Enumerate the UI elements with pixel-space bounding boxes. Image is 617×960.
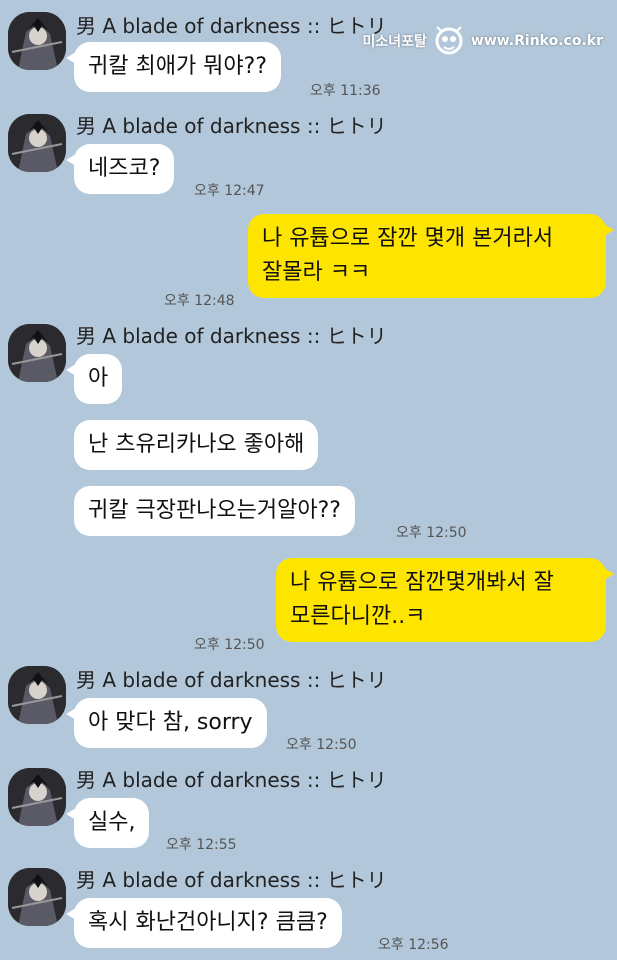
message-bubble[interactable]: 네즈코? — [65, 144, 175, 194]
message-text-line: 모른다니깐..ㅋ — [290, 604, 426, 629]
avatar[interactable] — [8, 12, 66, 70]
mascot-logo-icon — [435, 26, 463, 55]
message-text: 네즈코? — [88, 156, 161, 181]
message-text: 귀칼 최애가 뭐야?? — [88, 54, 268, 79]
my-message-bubble[interactable]: 나 유튭으로 잠깐몇개봐서 잘 모른다니깐..ㅋ — [276, 558, 614, 642]
avatar[interactable] — [8, 324, 66, 382]
sender-name: 男 A blade of darkness :: ヒトリ — [76, 14, 387, 38]
message-time: 오후 12:48 — [164, 293, 235, 309]
sender-name: 男 A blade of darkness :: ヒトリ — [76, 668, 387, 692]
message-bubble[interactable]: 아 맞다 참, sorry — [66, 698, 267, 748]
message-text-line: 잘몰라 ㅋㅋ — [262, 260, 371, 285]
avatar[interactable] — [8, 666, 66, 724]
message-text: 난 츠유리카나오 좋아해 — [88, 432, 305, 457]
avatar[interactable] — [8, 114, 66, 172]
message-text: 실수, — [88, 810, 136, 835]
watermark: 미소녀포탈 www.Rinko.co.kr — [363, 26, 603, 56]
message-time: 오후 11:36 — [310, 83, 381, 99]
message-text-line: 나 유튭으로 잠깐몇개봐서 잘 — [290, 570, 554, 595]
message-time: 오후 12:55 — [166, 837, 237, 853]
message-time: 오후 12:50 — [396, 525, 467, 541]
watermark-url: www.Rinko.co.kr — [470, 33, 603, 49]
message-time: 오후 12:56 — [378, 937, 449, 953]
message-bubble[interactable]: 난 츠유리카나오 좋아해 — [74, 420, 319, 470]
sender-name: 男 A blade of darkness :: ヒトリ — [76, 768, 387, 792]
message-text: 귀칼 극장판나오는거알아?? — [88, 498, 341, 523]
message-text: 혹시 화난건아니지? 큼큼? — [88, 910, 328, 935]
message-time: 오후 12:50 — [286, 737, 357, 753]
message-text-line: 나 유튭으로 잠깐 몇개 본거라서 — [262, 226, 554, 251]
message-text: 아 맞다 참, sorry — [88, 710, 253, 735]
message-bubble[interactable]: 실수, — [65, 798, 150, 848]
message-time: 오후 12:47 — [194, 183, 265, 199]
sender-name: 男 A blade of darkness :: ヒトリ — [76, 868, 387, 892]
avatar[interactable] — [8, 868, 66, 926]
message-bubble[interactable]: 아 — [65, 354, 123, 404]
message-time: 오후 12:50 — [194, 637, 265, 653]
avatar[interactable] — [8, 768, 66, 826]
message-text: 아 — [88, 366, 109, 391]
message-bubble[interactable]: 혹시 화난건아니지? 큼큼? — [66, 898, 342, 948]
my-message-bubble[interactable]: 나 유튭으로 잠깐 몇개 본거라서 잘몰라 ㅋㅋ — [248, 214, 614, 298]
sender-name: 男 A blade of darkness :: ヒトリ — [76, 114, 387, 138]
message-bubble[interactable]: 귀칼 최애가 뭐야?? — [65, 42, 282, 92]
message-bubble[interactable]: 귀칼 극장판나오는거알아?? — [74, 486, 355, 536]
sender-name: 男 A blade of darkness :: ヒトリ — [76, 324, 387, 348]
